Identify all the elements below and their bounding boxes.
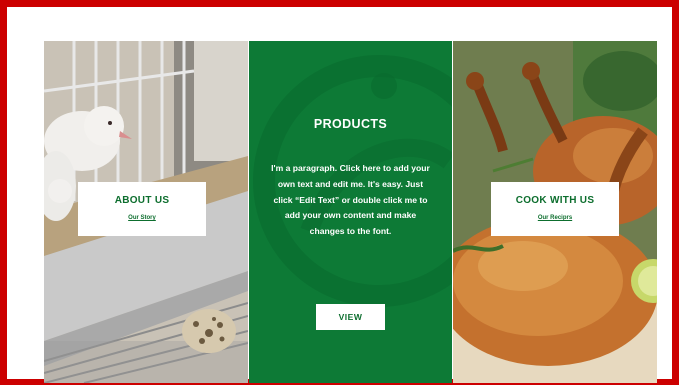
- cook-panel[interactable]: COOK WITH US Our Reciprs: [453, 41, 657, 383]
- page-frame: ABOUT US Our Story PRODUCTS I'm a paragr…: [0, 0, 679, 385]
- our-story-link[interactable]: Our Story: [128, 215, 156, 221]
- about-title: ABOUT US: [114, 195, 170, 206]
- products-panel: PRODUCTS I'm a paragraph. Click here to …: [249, 41, 452, 383]
- our-recipes-link[interactable]: Our Reciprs: [538, 215, 572, 221]
- about-card: ABOUT US Our Story: [78, 182, 206, 236]
- products-paragraph: I'm a paragraph. Click here to add your …: [271, 163, 430, 237]
- about-panel[interactable]: ABOUT US Our Story: [44, 41, 248, 383]
- cook-title: COOK WITH US: [515, 195, 595, 206]
- products-title: PRODUCTS: [313, 117, 388, 131]
- cook-card: COOK WITH US Our Reciprs: [491, 182, 619, 236]
- view-button[interactable]: VIEW: [316, 304, 385, 330]
